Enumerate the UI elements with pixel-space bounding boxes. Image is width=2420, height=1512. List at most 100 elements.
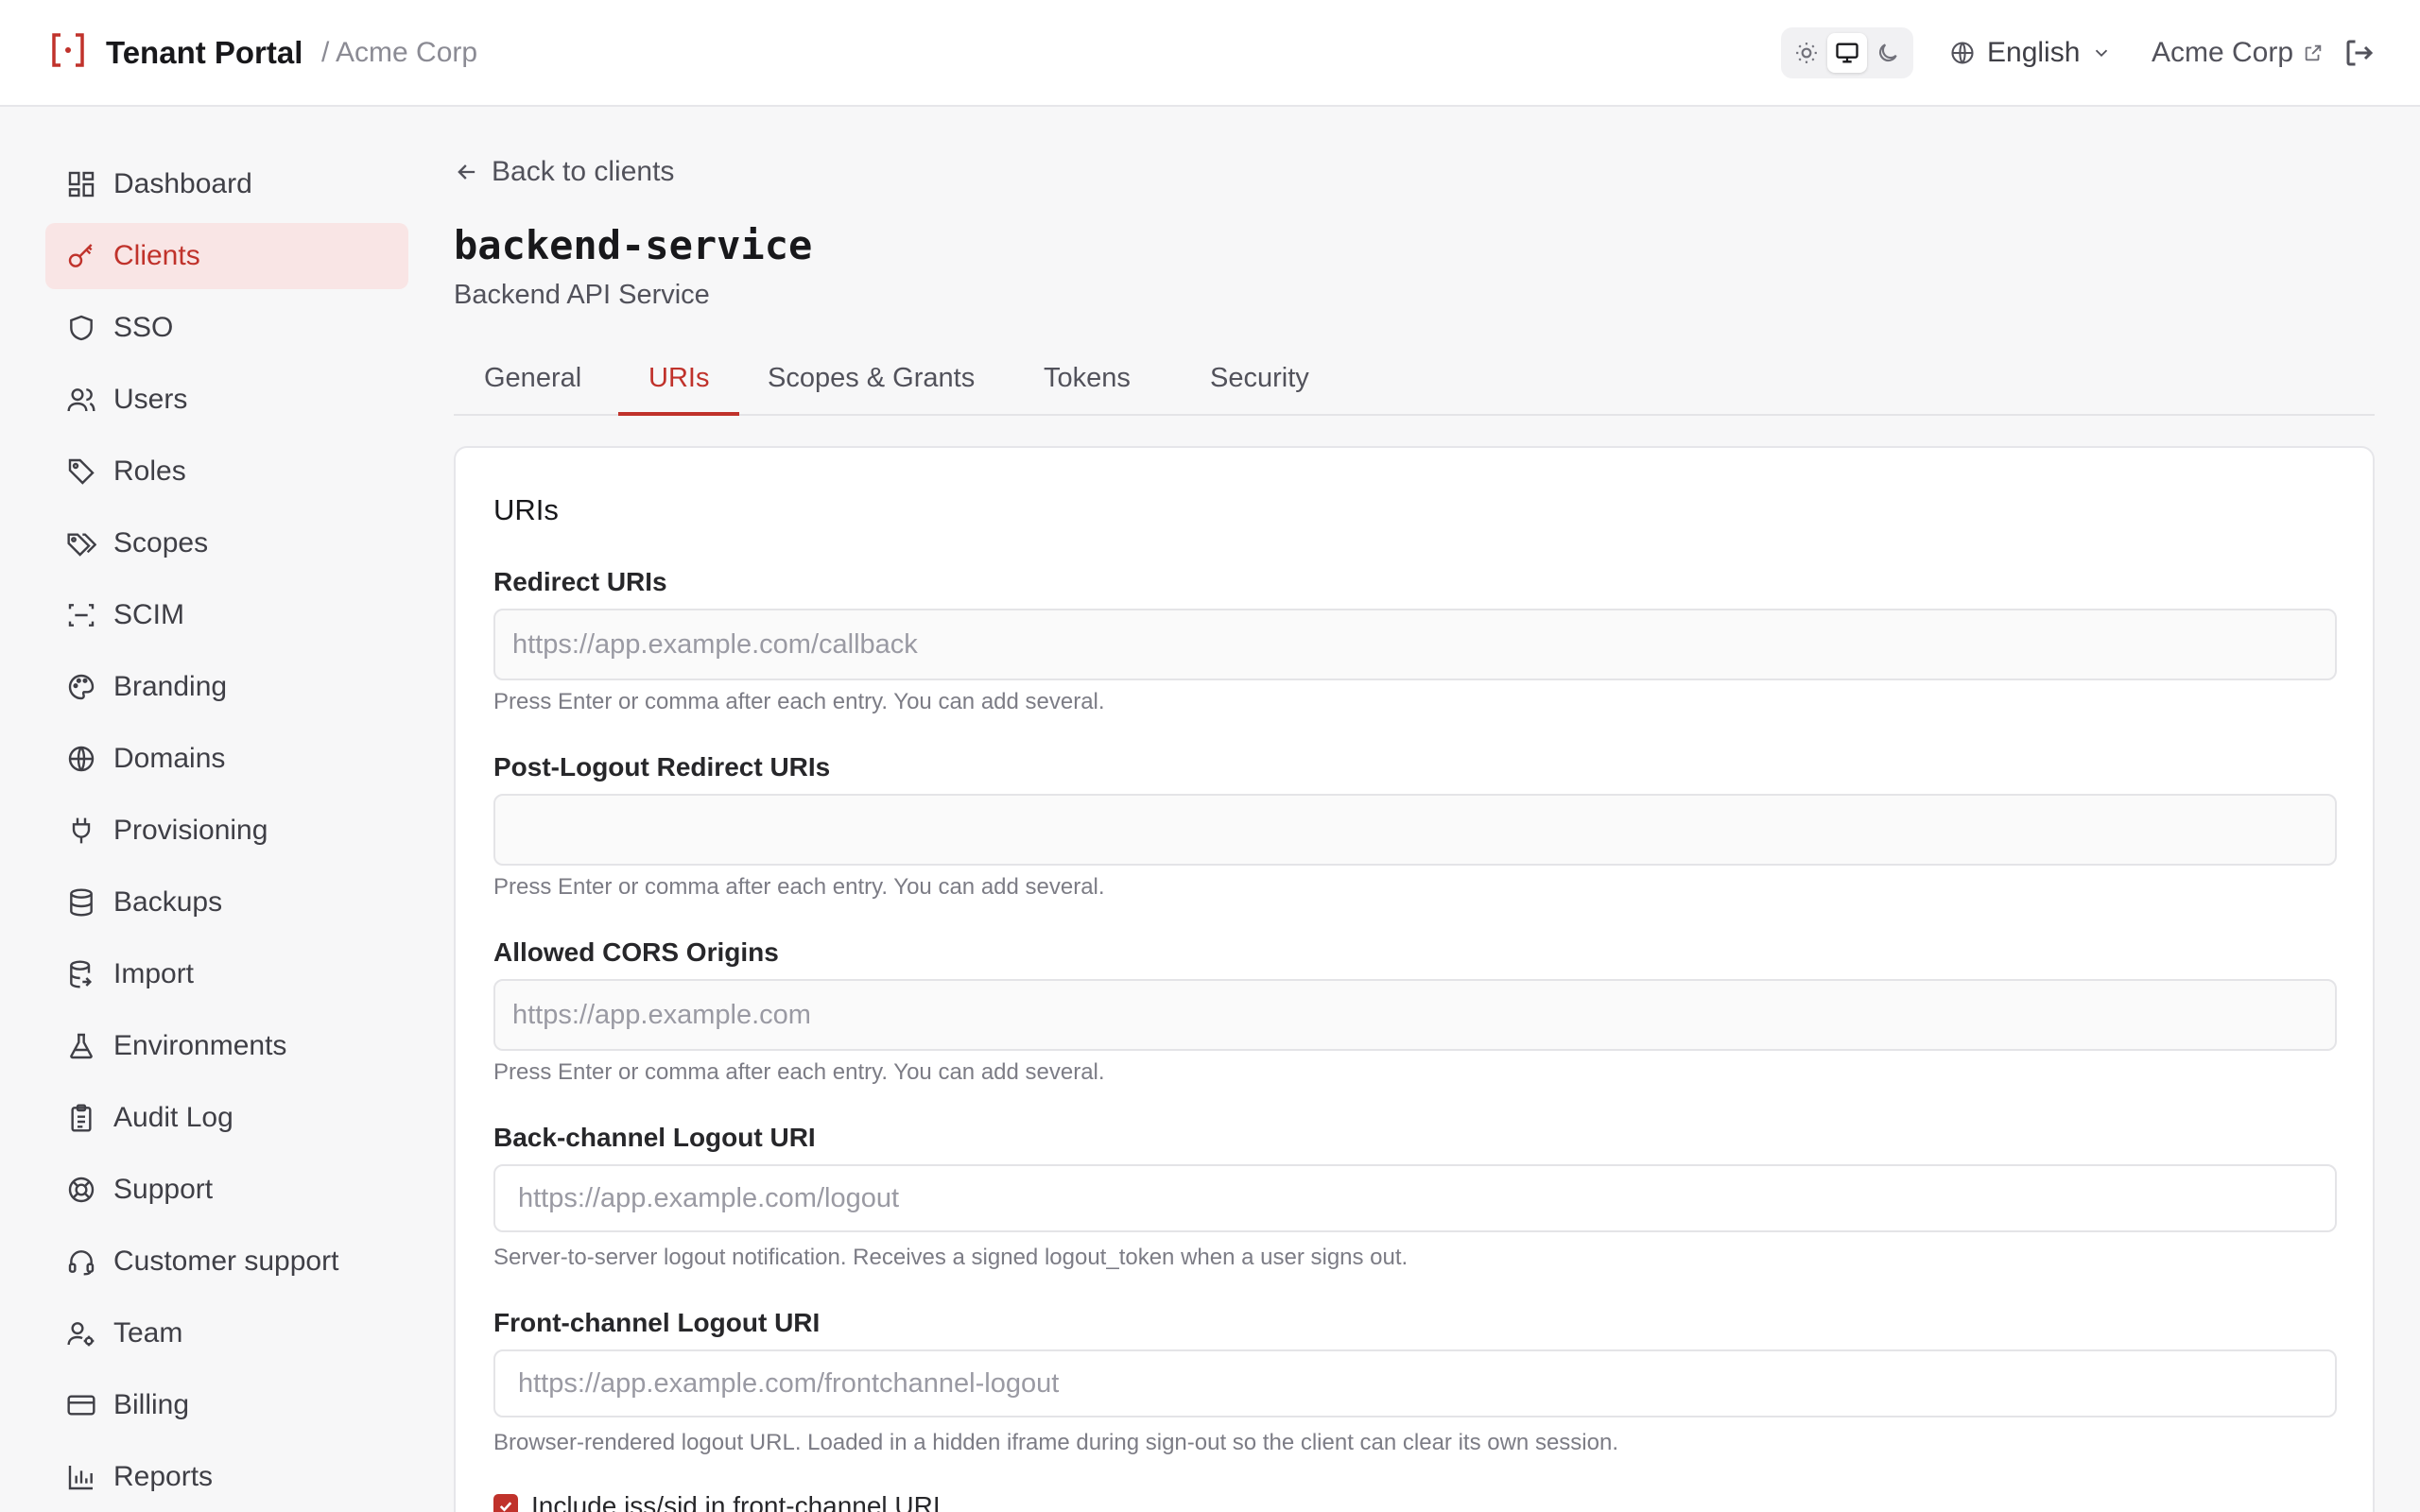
sidebar-item-environments[interactable]: Environments: [45, 1013, 408, 1079]
post-logout-uris-input[interactable]: [493, 794, 2337, 866]
palette-icon: [68, 674, 95, 700]
page-subtitle: Backend API Service: [454, 280, 710, 310]
dashboard-icon: [68, 171, 95, 198]
uris-card: URIs Redirect URIs https://app.example.c…: [454, 446, 2375, 1512]
frontchannel-logout-label: Front-channel Logout URI: [493, 1308, 821, 1337]
tab-scopes-grants[interactable]: Scopes & Grants: [737, 350, 1005, 416]
sidebar-item-label: Branding: [113, 671, 228, 702]
sidebar-item-label: Roles: [113, 455, 186, 487]
logout-icon[interactable]: [2342, 36, 2377, 70]
include-iss-sid-checkbox[interactable]: [493, 1494, 518, 1512]
sidebar-item-billing[interactable]: Billing: [45, 1372, 408, 1438]
sidebar-item-users[interactable]: Users: [45, 367, 408, 433]
sidebar-item-label: Clients: [113, 240, 200, 271]
sidebar-item-customer-support[interactable]: Customer support: [45, 1228, 408, 1295]
sidebar-item-import[interactable]: Import: [45, 941, 408, 1007]
sidebar-item-support[interactable]: Support: [45, 1157, 408, 1223]
sidebar-item-team[interactable]: Team: [45, 1300, 408, 1366]
back-label: Back to clients: [492, 156, 675, 187]
database-import-icon: [70, 960, 93, 988]
credit-card-icon: [67, 1395, 95, 1416]
sidebar-item-domains[interactable]: Domains: [45, 726, 408, 792]
database-icon: [70, 888, 93, 917]
moon-icon: [1878, 43, 1897, 62]
sidebar-item-label: Users: [113, 384, 188, 415]
flask-icon: [70, 1033, 93, 1059]
sidebar-item-label: Scopes: [113, 527, 209, 558]
sidebar-item-scopes[interactable]: Scopes: [45, 510, 408, 576]
redirect-uris-input[interactable]: https://app.example.com/callback: [493, 609, 2337, 680]
frontchannel-logout-help: Browser-rendered logout URL. Loaded in a…: [493, 1430, 1618, 1455]
backchannel-logout-input[interactable]: https://app.example.com/logout: [493, 1164, 2337, 1232]
external-link-icon: [2305, 44, 2322, 61]
sidebar-item-sso[interactable]: SSO: [45, 295, 408, 361]
tab-general[interactable]: General: [454, 350, 612, 416]
user-cog-icon: [67, 1322, 95, 1347]
card-title: URIs: [493, 493, 559, 526]
sidebar-item-label: SSO: [113, 312, 174, 343]
monitor-icon: [1836, 43, 1858, 63]
redirect-uris-label: Redirect URIs: [493, 567, 667, 596]
backchannel-logout-help: Server-to-server logout notification. Re…: [493, 1245, 1409, 1270]
breadcrumb: / Acme Corp: [321, 37, 478, 68]
tenant-label: Acme Corp: [2152, 37, 2294, 68]
backchannel-logout-label: Back-channel Logout URI: [493, 1123, 816, 1152]
arrow-left-icon: [458, 164, 475, 180]
system-theme-button[interactable]: [1827, 33, 1867, 73]
sidebar-item-label: Audit Log: [113, 1102, 233, 1133]
sidebar-item-label: Backups: [113, 886, 223, 918]
frontchannel-logout-input[interactable]: https://app.example.com/frontchannel-log…: [493, 1349, 2337, 1418]
chevron-down-icon: [2096, 49, 2108, 58]
top-header: Tenant Portal / Acme Corp English Acme C…: [0, 0, 2420, 107]
tab-uris[interactable]: URIs: [618, 350, 740, 416]
tags-icon: [67, 533, 96, 557]
cors-origins-help: Press Enter or comma after each entry. Y…: [493, 1059, 1105, 1085]
globe-icon: [68, 746, 95, 772]
sidebar-item-label: Environments: [113, 1030, 287, 1061]
sidebar-item-dashboard[interactable]: Dashboard: [45, 151, 408, 217]
users-icon: [67, 388, 95, 412]
sidebar-item-roles[interactable]: Roles: [45, 438, 408, 505]
language-label: English: [1987, 37, 2081, 68]
shield-icon: [70, 315, 93, 341]
sun-icon: [1796, 43, 1817, 63]
include-iss-sid-row: Include iss/sid in front-channel URI: [493, 1491, 941, 1512]
sidebar-item-label: Domains: [113, 743, 226, 774]
sidebar-item-provisioning[interactable]: Provisioning: [45, 798, 408, 864]
globe-icon: [1951, 42, 1974, 64]
post-logout-uris-label: Post-Logout Redirect URIs: [493, 752, 831, 782]
sidebar-item-reports[interactable]: Reports: [45, 1444, 408, 1510]
tab-tokens[interactable]: Tokens: [1013, 350, 1161, 416]
sidebar-item-label: Billing: [113, 1389, 190, 1420]
scan-icon: [68, 604, 95, 627]
dark-theme-button[interactable]: [1868, 33, 1908, 73]
sidebar-item-scim[interactable]: SCIM: [45, 582, 408, 648]
tag-icon: [68, 458, 95, 485]
theme-toggle: [1781, 27, 1913, 78]
sidebar-item-label: SCIM: [113, 599, 184, 630]
plug-icon: [72, 817, 91, 844]
tab-security[interactable]: Security: [1180, 350, 1340, 416]
sidebar-item-label: Provisioning: [113, 815, 268, 846]
back-to-clients-link[interactable]: Back to clients: [454, 151, 674, 193]
sidebar-item-clients[interactable]: Clients: [45, 223, 408, 289]
bar-chart-icon: [68, 1466, 93, 1490]
key-icon: [68, 244, 93, 267]
sidebar-item-label: Support: [113, 1174, 214, 1205]
brand-title[interactable]: Tenant Portal: [106, 31, 302, 75]
sidebar-item-branding[interactable]: Branding: [45, 654, 408, 720]
headset-icon: [68, 1250, 95, 1276]
sidebar-item-label: Team: [113, 1317, 183, 1349]
redirect-uris-help: Press Enter or comma after each entry. Y…: [493, 689, 1105, 714]
tenant-link[interactable]: Acme Corp: [2152, 31, 2324, 75]
sidebar-item-audit-log[interactable]: Audit Log: [45, 1085, 408, 1151]
brand-logo-icon: [52, 33, 84, 67]
cors-origins-input[interactable]: https://app.example.com: [493, 979, 2337, 1051]
language-selector[interactable]: English: [1949, 31, 2112, 75]
sidebar-item-label: Reports: [113, 1461, 214, 1492]
sidebar-nav: Dashboard Clients SSO Users Roles Scopes…: [45, 151, 408, 1512]
sidebar-item-label: Import: [113, 958, 195, 989]
sidebar-item-label: Customer support: [113, 1246, 339, 1277]
light-theme-button[interactable]: [1787, 33, 1826, 73]
sidebar-item-backups[interactable]: Backups: [45, 869, 408, 936]
